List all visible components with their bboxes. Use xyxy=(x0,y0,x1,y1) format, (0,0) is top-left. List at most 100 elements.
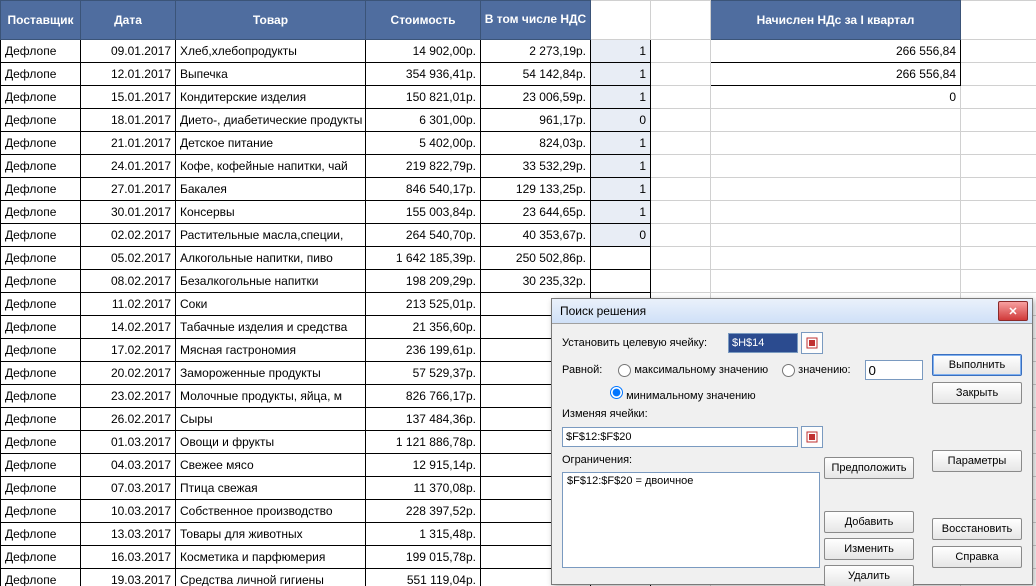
cell[interactable]: Дефлопе xyxy=(1,155,81,178)
cell[interactable] xyxy=(711,270,961,293)
cell[interactable]: 826 766,17р. xyxy=(366,385,481,408)
cell[interactable] xyxy=(651,155,711,178)
cell[interactable]: 1 xyxy=(591,86,651,109)
cell[interactable] xyxy=(961,40,1036,63)
cell[interactable] xyxy=(651,86,711,109)
cell[interactable]: Алкогольные напитки, пиво xyxy=(176,247,366,270)
cell[interactable]: 1 xyxy=(591,201,651,224)
table-row[interactable]: Дефлопе15.01.2017Кондитерские изделия150… xyxy=(1,86,1036,109)
cell[interactable]: 54 142,84р. xyxy=(481,63,591,86)
cell[interactable] xyxy=(961,224,1036,247)
cell[interactable]: 19.03.2017 xyxy=(81,569,176,586)
table-row[interactable]: Дефлопе09.01.2017Хлеб,хлебопродукты14 90… xyxy=(1,40,1036,63)
cell[interactable]: Свежее мясо xyxy=(176,454,366,477)
cell[interactable]: 09.01.2017 xyxy=(81,40,176,63)
col-flag[interactable] xyxy=(591,1,651,40)
cell[interactable]: 213 525,01р. xyxy=(366,293,481,316)
cell[interactable]: Безалкогольные напитки xyxy=(176,270,366,293)
cell[interactable]: 551 119,04р. xyxy=(366,569,481,586)
cell[interactable]: Бакалея xyxy=(176,178,366,201)
ref-picker-icon[interactable] xyxy=(801,332,823,354)
cell[interactable]: 04.03.2017 xyxy=(81,454,176,477)
table-row[interactable]: Дефлопе21.01.2017Детское питание5 402,00… xyxy=(1,132,1036,155)
cell[interactable]: Дефлопе xyxy=(1,339,81,362)
cell[interactable]: Выпечка xyxy=(176,63,366,86)
cell[interactable]: 150 821,01р. xyxy=(366,86,481,109)
cell[interactable]: 30.01.2017 xyxy=(81,201,176,224)
table-row[interactable]: Дефлопе02.02.2017Растительные масла,спец… xyxy=(1,224,1036,247)
table-row[interactable]: Дефлопе05.02.2017Алкогольные напитки, пи… xyxy=(1,247,1036,270)
cell[interactable]: 1 xyxy=(591,132,651,155)
cell[interactable]: 5 402,00р. xyxy=(366,132,481,155)
cell[interactable] xyxy=(651,224,711,247)
cell[interactable] xyxy=(711,155,961,178)
cell[interactable]: 23.02.2017 xyxy=(81,385,176,408)
cell[interactable]: 961,17р. xyxy=(481,109,591,132)
cell[interactable] xyxy=(961,132,1036,155)
cell[interactable]: 6 301,00р. xyxy=(366,109,481,132)
col-result[interactable]: Начислен НДс за I квартал xyxy=(711,1,961,40)
cell[interactable]: 1 121 886,78р. xyxy=(366,431,481,454)
cell[interactable]: 2 273,19р. xyxy=(481,40,591,63)
cell[interactable]: Собственное производство xyxy=(176,500,366,523)
cell[interactable]: 10.03.2017 xyxy=(81,500,176,523)
cell[interactable]: 199 015,78р. xyxy=(366,546,481,569)
cell[interactable]: Сыры xyxy=(176,408,366,431)
cell[interactable]: 14 902,00р. xyxy=(366,40,481,63)
cell[interactable]: 228 397,52р. xyxy=(366,500,481,523)
cell[interactable]: Молочные продукты, яйца, м xyxy=(176,385,366,408)
cell[interactable] xyxy=(651,132,711,155)
cell[interactable]: 27.01.2017 xyxy=(81,178,176,201)
cell[interactable]: Товары для животных xyxy=(176,523,366,546)
cell[interactable]: 17.02.2017 xyxy=(81,339,176,362)
cell[interactable]: Дефлопе xyxy=(1,293,81,316)
cell[interactable]: 0 xyxy=(591,224,651,247)
cell[interactable]: 129 133,25р. xyxy=(481,178,591,201)
cell[interactable]: 20.02.2017 xyxy=(81,362,176,385)
add-constraint-button[interactable]: Добавить xyxy=(824,511,914,533)
cell[interactable]: Дефлопе xyxy=(1,362,81,385)
cell[interactable] xyxy=(711,201,961,224)
cell[interactable] xyxy=(711,178,961,201)
close-button[interactable]: Закрыть xyxy=(932,382,1022,404)
table-row[interactable]: Дефлопе12.01.2017Выпечка354 936,41р.54 1… xyxy=(1,63,1036,86)
cell[interactable]: 250 502,86р. xyxy=(481,247,591,270)
cell[interactable]: Дефлопе xyxy=(1,385,81,408)
cell[interactable] xyxy=(961,178,1036,201)
cell[interactable]: 824,03р. xyxy=(481,132,591,155)
table-row[interactable]: Дефлопе24.01.2017Кофе, кофейные напитки,… xyxy=(1,155,1036,178)
cell[interactable]: 354 936,41р. xyxy=(366,63,481,86)
cell[interactable]: Дефлопе xyxy=(1,454,81,477)
cell[interactable]: 23 644,65р. xyxy=(481,201,591,224)
cell[interactable]: 13.03.2017 xyxy=(81,523,176,546)
cell[interactable]: Дефлопе xyxy=(1,477,81,500)
col-vat[interactable]: В том числе НДС xyxy=(481,1,591,40)
cell[interactable] xyxy=(961,201,1036,224)
radio-max[interactable]: максимальному значению xyxy=(618,364,768,377)
value-input[interactable] xyxy=(865,360,923,380)
col-extra[interactable] xyxy=(961,1,1036,40)
cell[interactable]: Дефлопе xyxy=(1,408,81,431)
cell[interactable]: 1 xyxy=(591,63,651,86)
cell[interactable]: 198 209,29р. xyxy=(366,270,481,293)
cell[interactable]: Мясная гастрономия xyxy=(176,339,366,362)
cell[interactable] xyxy=(711,132,961,155)
close-icon[interactable]: ✕ xyxy=(998,301,1028,321)
cell[interactable]: Детское питание xyxy=(176,132,366,155)
cell[interactable] xyxy=(961,155,1036,178)
cell[interactable]: 30 235,32р. xyxy=(481,270,591,293)
cell[interactable]: Дефлопе xyxy=(1,431,81,454)
cell[interactable]: 219 822,79р. xyxy=(366,155,481,178)
cell[interactable]: Дефлопе xyxy=(1,201,81,224)
cell[interactable]: Дефлопе xyxy=(1,316,81,339)
cell[interactable] xyxy=(961,270,1036,293)
cell[interactable]: Хлеб,хлебопродукты xyxy=(176,40,366,63)
cell[interactable]: Растительные масла,специи, xyxy=(176,224,366,247)
execute-button[interactable]: Выполнить xyxy=(932,354,1022,376)
cell[interactable]: 02.02.2017 xyxy=(81,224,176,247)
cell[interactable] xyxy=(651,247,711,270)
cell[interactable] xyxy=(961,86,1036,109)
table-row[interactable]: Дефлопе27.01.2017Бакалея846 540,17р.129 … xyxy=(1,178,1036,201)
cell[interactable]: 07.03.2017 xyxy=(81,477,176,500)
cell[interactable] xyxy=(961,63,1036,86)
